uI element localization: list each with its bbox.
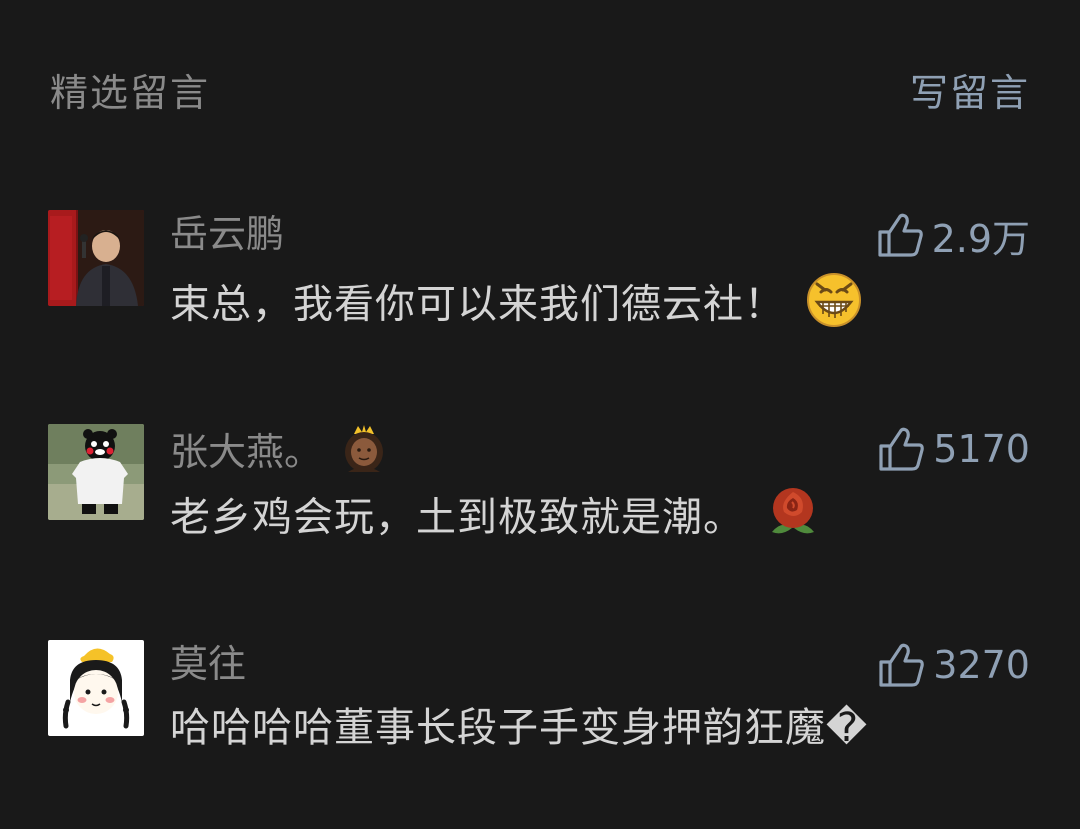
nickname: 岳云鹏 [170, 212, 285, 256]
thumbs-up-icon [879, 427, 925, 471]
like-button[interactable]: 3270 [877, 640, 1030, 690]
comments-header: 精选留言 写留言 [0, 0, 1080, 180]
like-count: 5170 [933, 427, 1030, 471]
avatar[interactable] [48, 210, 144, 306]
like-button[interactable]: 2.9万 [876, 210, 1030, 261]
comment-item: 莫往 3270 哈哈哈哈董事长段子手变身押韵狂魔� [0, 640, 1080, 800]
comment-text: 束总，我看你可以来我们德云社！ [170, 270, 863, 343]
featured-comments-title: 精选留言 [50, 71, 211, 115]
comment-item: 张大燕。 5170 老乡鸡会玩，土到极致就是潮。 [0, 424, 1080, 584]
like-count: 3270 [933, 643, 1030, 687]
avatar-cartoon-girl-icon [48, 640, 144, 736]
like-button[interactable]: 5170 [877, 424, 1030, 474]
rose-icon [764, 484, 822, 555]
nickname: 莫往 [170, 642, 247, 686]
thumbs-up-icon [877, 213, 923, 257]
nickname-text: 张大燕。 [170, 430, 323, 474]
princess-icon [340, 424, 388, 485]
avatar-performer-icon [48, 210, 144, 306]
comment-item: 岳云鹏 2.9万 束总，我看你可以来我们德云社！ [0, 210, 1080, 370]
grinning-face-icon [805, 270, 863, 343]
avatar[interactable] [48, 640, 144, 736]
comment-body: 哈哈哈哈董事长段子手变身押韵狂魔� [170, 705, 869, 751]
comment-body: 束总，我看你可以来我们德云社！ [170, 281, 785, 328]
avatar[interactable] [48, 424, 144, 520]
thumbs-up-icon [879, 643, 925, 687]
comment-body: 老乡鸡会玩，土到极致就是潮。 [170, 494, 744, 541]
avatar-kumamon-icon [48, 424, 144, 520]
like-count: 2.9万 [931, 216, 1030, 261]
write-comment-button[interactable]: 写留言 [910, 62, 1030, 117]
comment-text: 老乡鸡会玩，土到极致就是潮。 [170, 484, 822, 555]
nickname: 张大燕。 [170, 424, 388, 485]
comment-text: 哈哈哈哈董事长段子手变身押韵狂魔� [170, 700, 868, 756]
